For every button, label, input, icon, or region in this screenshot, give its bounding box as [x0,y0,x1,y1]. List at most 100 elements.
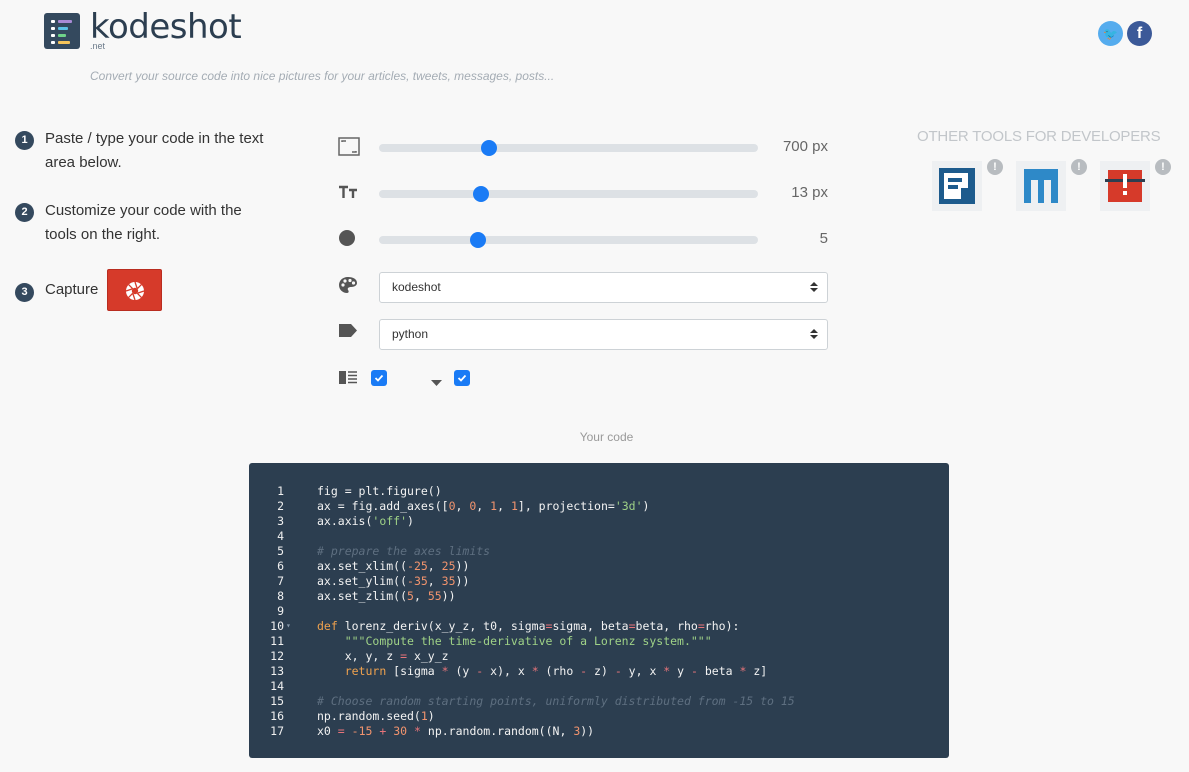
line-number: 9 [277,604,284,618]
facebook-glyph: f [1136,25,1143,42]
code-section-label: Your code [579,430,634,444]
code-line[interactable]: 15 # Choose random starting points, unifo… [249,694,949,709]
line-number: 2 [277,499,284,513]
tagline: Convert your source code into nice pictu… [90,69,555,83]
font-size-value: 13 px [791,184,828,201]
code-line[interactable]: 11 """Compute the time-derivative of a L… [249,634,949,649]
step-2-badge: 2 [15,203,34,222]
code-text: ax = fig.add_axes([0, 0, 1, 1], projecti… [317,499,650,513]
code-line[interactable]: 4 [249,529,949,544]
code-line[interactable]: 17 x0 = -15 + 30 * np.random.random((N, 3… [249,724,949,739]
code-line[interactable]: 8 ax.set_zlim((5, 55)) [249,589,949,604]
radius-value: 5 [819,230,828,247]
code-line[interactable]: 9 [249,604,949,619]
code-line[interactable]: 5 # prepare the axes limits [249,544,949,559]
line-number: 1 [277,484,284,498]
step-3-badge: 3 [15,283,34,302]
code-text: def lorenz_deriv(x_y_z, t0, sigma=sigma,… [317,619,740,633]
facebook-icon[interactable]: f [1127,21,1152,46]
line-number: 13 [270,664,284,678]
font-size-icon [338,184,358,204]
code-line[interactable]: 7 ax.set_ylim((-35, 35)) [249,574,949,589]
language-select[interactable]: python [379,319,828,350]
tool-1-link[interactable] [932,161,982,211]
theme-select-value: kodeshot [392,280,441,294]
code-line[interactable]: 16 np.random.seed(1) [249,709,949,724]
code-text: ax.set_zlim((5, 55)) [317,589,456,603]
theme-select[interactable]: kodeshot [379,272,828,303]
code-line[interactable]: 6 ax.set_xlim((-25, 25)) [249,559,949,574]
width-slider-thumb[interactable] [480,140,497,156]
line-numbers-checkbox[interactable] [371,370,387,386]
line-number: 6 [277,559,284,573]
logo-icon[interactable] [44,13,80,49]
code-text: x, y, z = x_y_z [317,649,449,663]
code-text: ax.set_xlim((-25, 25)) [317,559,470,573]
line-number: 5 [277,544,284,558]
site-name[interactable]: kodeshot [90,7,242,47]
tool-3-info-icon[interactable]: ! [1155,159,1171,175]
camera-shutter-icon [125,281,145,301]
line-number: 7 [277,574,284,588]
code-line[interactable]: 2 ax = fig.add_axes([0, 0, 1, 1], project… [249,499,949,514]
line-number: 12 [270,649,284,663]
twitter-icon[interactable]: 🐦 [1098,21,1123,46]
code-text: # Choose random starting points, uniform… [317,694,795,708]
line-number: 10 [270,619,284,633]
palette-icon [338,276,358,299]
checkmark-icon [374,374,384,382]
capture-button[interactable] [107,269,162,311]
line-number: 16 [270,709,284,723]
code-line[interactable]: 12 x, y, z = x_y_z [249,649,949,664]
tag-icon [338,323,358,343]
line-number: 14 [270,679,284,693]
tool-1-info-icon[interactable]: ! [987,159,1003,175]
code-line[interactable]: 1 fig = plt.figure() [249,484,949,499]
step-1-badge: 1 [15,131,34,150]
code-text: fig = plt.figure() [317,484,442,498]
tool-2-logo-icon [1024,169,1058,203]
tool-2-link[interactable] [1016,161,1066,211]
width-slider[interactable] [379,140,758,156]
font-size-slider[interactable] [379,186,758,202]
line-numbers-icon [338,370,358,390]
radius-slider[interactable] [379,232,758,248]
code-line[interactable]: 14 [249,679,949,694]
code-text: ax.set_ylim((-35, 35)) [317,574,470,588]
code-folding-checkbox[interactable] [454,370,470,386]
tool-3-logo-icon [1105,170,1145,202]
line-number: 4 [277,529,284,543]
step-2-text: Customize your code with the tools on th… [45,202,242,243]
code-text: np.random.seed(1) [317,709,435,723]
line-number: 8 [277,589,284,603]
code-line[interactable]: 13 return [sigma * (y - x), x * (rho - z… [249,664,949,679]
radius-slider-thumb[interactable] [469,232,486,248]
code-line[interactable]: 3 ax.axis('off') [249,514,949,529]
select-arrows-icon [810,329,818,339]
code-editor[interactable]: 1 fig = plt.figure() 2 ax = fig.add_axes([0… [249,463,949,758]
language-select-value: python [392,327,429,341]
code-text: x0 = -15 + 30 * np.random.random((N, 3)) [317,724,595,738]
code-text: # prepare the axes limits [317,544,491,558]
line-number: 11 [270,634,284,648]
twitter-glyph: 🐦 [1103,27,1118,41]
width-value: 700 px [782,138,828,155]
code-text: ax.axis('off') [317,514,414,528]
step-3-text: Capture [45,281,99,298]
site-tld: .net [90,41,106,51]
step-1-text: Paste / type your code in the text area … [45,130,264,171]
code-text: """Compute the time-derivative of a Lore… [344,634,712,648]
fold-arrow-icon[interactable]: ▾ [286,618,291,633]
tool-1-logo-icon [939,168,975,204]
tool-2-info-icon[interactable]: ! [1071,159,1087,175]
font-size-slider-thumb[interactable] [473,186,490,202]
line-number: 3 [277,514,284,528]
checkmark-icon [457,374,467,382]
line-number: 15 [270,694,284,708]
line-number: 17 [270,724,284,738]
width-icon [338,137,360,161]
code-line[interactable]: 10 ▾ def lorenz_deriv(x_y_z, t0, sigma=sig… [249,619,949,634]
tool-3-link[interactable] [1100,161,1150,211]
other-tools-title: OTHER TOOLS FOR DEVELOPERS [917,128,1161,145]
code-text: return [sigma * (y - x), x * (rho - z) -… [344,664,768,678]
